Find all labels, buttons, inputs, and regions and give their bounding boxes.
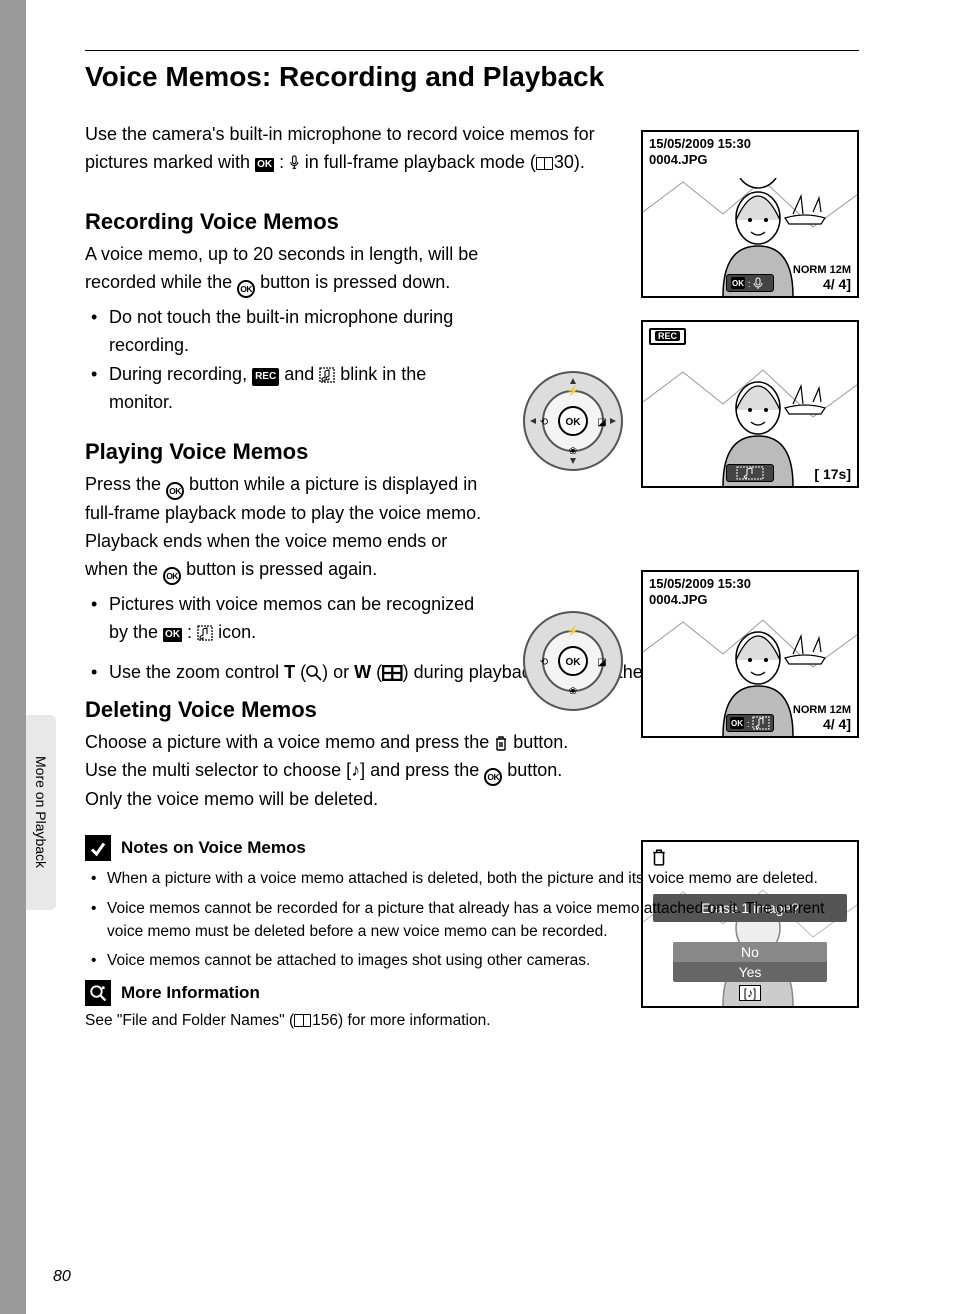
recording-body: A voice memo, up to 20 seconds in length… — [85, 241, 485, 298]
notes-list: When a picture with a voice memo attache… — [85, 867, 859, 972]
lcd-ok-memo-indicator: OK: — [726, 714, 774, 732]
voice-memo-icon — [197, 622, 213, 642]
lcd-rec-timer: [ 17s] — [814, 466, 851, 482]
zoom-t-label: T — [284, 662, 295, 682]
svg-text:◪: ◪ — [597, 417, 606, 428]
playing-heading: Playing Voice Memos — [85, 439, 485, 465]
book-icon — [536, 157, 553, 170]
page-title: Voice Memos: Recording and Playback — [85, 61, 859, 93]
svg-text:⟲: ⟲ — [540, 417, 549, 428]
microphone-icon — [289, 152, 300, 172]
deleting-body: Choose a picture with a voice memo and p… — [85, 729, 595, 814]
lcd-preview-2: REC [ 17s] — [641, 320, 859, 488]
ok-button-icon: OK — [166, 482, 184, 500]
svg-text::: : — [748, 279, 751, 289]
manual-page: More on Playback Voice Memos: Recording … — [0, 0, 954, 1314]
ok-button-icon: OK — [237, 280, 255, 298]
title-rule — [85, 50, 859, 51]
notes-heading: Notes on Voice Memos — [121, 838, 306, 858]
lcd-preview-1: 15/05/2009 15:30 0004.JPG NORM 12M 4/ 4]… — [641, 130, 859, 298]
svg-text:❀: ❀ — [569, 686, 577, 697]
lcd-datetime: 15/05/2009 15:30 — [649, 576, 751, 591]
screenshot-recording: REC [ 17s] — [641, 320, 859, 488]
multi-selector-illustration-1: OK ⚡ ❀ ⟲ ◪ — [522, 370, 624, 477]
playing-bullet-1: Pictures with voice memos can be recogni… — [109, 591, 485, 647]
trash-icon — [494, 732, 508, 752]
screenshot-playback: 15/05/2009 15:30 0004.JPG NORM 12M 4/ 4]… — [641, 130, 859, 298]
lcd-filename: 0004.JPG — [649, 152, 708, 167]
left-margin-strip — [0, 0, 26, 1314]
svg-text:OK: OK — [731, 719, 743, 728]
voice-memo-option-icon: [♪] — [346, 760, 365, 780]
svg-text:❀: ❀ — [569, 446, 577, 457]
lcd-filename: 0004.JPG — [649, 592, 708, 607]
note-item-1: When a picture with a voice memo attache… — [107, 867, 859, 890]
svg-text:OK: OK — [732, 279, 744, 288]
svg-text:OK: OK — [566, 417, 582, 428]
multi-selector-illustration-2: OK ⚡ ❀ ⟲ ◪ — [522, 610, 624, 717]
erase-memo-option: [♪] — [643, 984, 857, 1002]
more-info-text: See "File and Folder Names" (156) for mo… — [85, 1012, 859, 1030]
thumbnails-icon — [382, 662, 403, 682]
svg-text:⚡: ⚡ — [567, 384, 579, 397]
lcd-preview-3: 15/05/2009 15:30 0004.JPG NORM 12M 4/ 4]… — [641, 570, 859, 738]
recording-bullet-1: Do not touch the built-in microphone dur… — [109, 304, 485, 360]
section-recording: Recording Voice Memos A voice memo, up t… — [85, 209, 485, 417]
intro-paragraph: Use the camera's built-in microphone to … — [85, 121, 595, 177]
lcd-counter: 4/ 4] — [823, 716, 851, 732]
svg-text:OK: OK — [566, 657, 582, 668]
section-deleting: Deleting Voice Memos Choose a picture wi… — [85, 697, 595, 814]
voice-memo-icon — [319, 364, 335, 384]
rec-badge-icon: REC — [252, 368, 279, 386]
svg-text:⟲: ⟲ — [540, 657, 549, 668]
lcd-counter: 4/ 4] — [823, 276, 851, 292]
info-icon — [85, 980, 111, 1006]
playing-bullets: Pictures with voice memos can be recogni… — [85, 591, 485, 647]
deleting-heading: Deleting Voice Memos — [85, 697, 595, 723]
book-icon — [294, 1014, 311, 1027]
ok-button-icon: OK — [484, 768, 502, 786]
svg-text:⚡: ⚡ — [567, 624, 579, 637]
section-playing: Playing Voice Memos Press the OK button … — [85, 439, 485, 647]
side-tab-label: More on Playback — [33, 756, 49, 868]
more-info-heading: More Information — [121, 983, 260, 1003]
lcd-quality: NORM 12M — [793, 704, 851, 716]
svg-text:◪: ◪ — [597, 657, 606, 668]
note-item-3: Voice memos cannot be attached to images… — [107, 949, 859, 972]
chapter-side-tab: More on Playback — [26, 715, 56, 910]
zoom-w-label: W — [354, 662, 371, 682]
ok-badge-icon: OK — [163, 628, 182, 642]
note-item-2: Voice memos cannot be recorded for a pic… — [107, 897, 859, 944]
lcd-ok-mic-indicator: OK: — [726, 274, 774, 292]
screenshot-playing: 15/05/2009 15:30 0004.JPG NORM 12M 4/ 4]… — [641, 570, 859, 738]
caution-icon — [85, 835, 111, 861]
recording-heading: Recording Voice Memos — [85, 209, 485, 235]
lcd-memo-indicator — [726, 464, 774, 482]
lcd-datetime: 15/05/2009 15:30 — [649, 136, 751, 151]
rec-indicator: REC — [649, 328, 686, 345]
lcd-quality: NORM 12M — [793, 264, 851, 276]
ok-button-icon: OK — [163, 567, 181, 585]
page-number: 80 — [53, 1268, 71, 1286]
playing-body: Press the OK button while a picture is d… — [85, 471, 485, 585]
recording-bullet-2: During recording, REC and blink in the m… — [109, 361, 485, 417]
svg-text::: : — [747, 719, 750, 729]
ok-badge-icon: OK — [255, 158, 274, 172]
magnifier-icon — [306, 662, 322, 682]
recording-bullets: Do not touch the built-in microphone dur… — [85, 304, 485, 418]
